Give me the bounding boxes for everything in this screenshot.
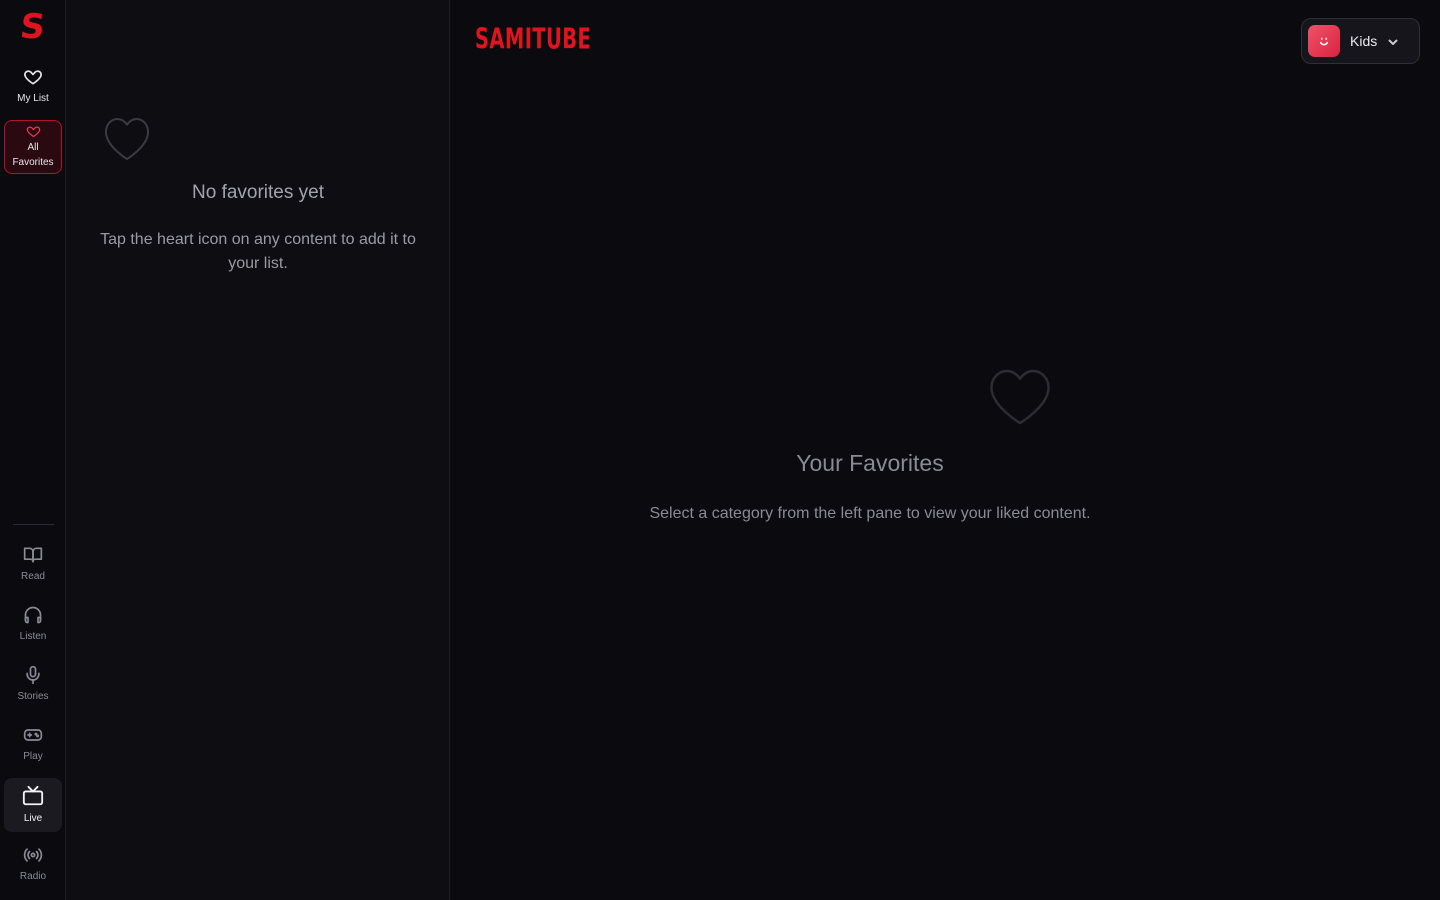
rail-item-label: Radio <box>19 870 47 882</box>
rail-item-label: Stories <box>17 690 49 702</box>
rail-item-label: Read <box>21 570 45 582</box>
rail-item-listen[interactable]: Listen <box>4 598 62 650</box>
icon-rail: S My List All Favorites Read Listen Stor… <box>0 0 66 900</box>
microphone-icon <box>26 665 40 684</box>
rail-item-read[interactable]: Read <box>4 538 62 590</box>
rail-item-label-line2: Favorites <box>12 157 54 168</box>
rail-item-label-line1: All <box>27 142 39 153</box>
headphones-icon <box>24 606 42 623</box>
empty-state-title: No favorites yet <box>192 182 324 203</box>
empty-heart-icon <box>103 116 151 162</box>
rail-item-radio[interactable]: Radio <box>4 838 62 890</box>
main-description: Select a category from the left pane to … <box>649 505 1091 522</box>
rail-item-label: My List <box>17 92 49 104</box>
main-title: Your Favorites <box>796 450 944 476</box>
rail-item-stories[interactable]: Stories <box>4 658 62 710</box>
book-icon <box>23 547 43 562</box>
app-logo[interactable]: S <box>0 6 67 48</box>
gamepad-icon <box>23 728 43 741</box>
tv-icon <box>22 785 44 805</box>
app-root: S My List All Favorites Read Listen Stor… <box>0 0 1440 900</box>
rail-item-label: All Favorites <box>12 140 53 170</box>
heart-icon <box>24 69 42 84</box>
rail-item-all-favorites[interactable]: All Favorites <box>4 120 62 174</box>
profile-switcher[interactable]: Kids <box>1301 18 1420 64</box>
rail-item-label: Live <box>23 812 43 824</box>
profile-name: Kids <box>1350 33 1378 49</box>
rail-item-my-list[interactable]: My List <box>4 62 62 110</box>
rail-item-play[interactable]: Play <box>4 718 62 770</box>
rail-divider <box>13 524 54 525</box>
rail-item-live[interactable]: Live <box>4 778 62 832</box>
heart-icon <box>104 118 150 160</box>
rail-item-label: Play <box>23 750 43 762</box>
main-area: SAMITUBE Kids Your Favorites Select a ca… <box>450 0 1440 900</box>
brand-logo[interactable]: SAMITUBE <box>475 22 591 59</box>
smile-icon <box>1319 37 1329 46</box>
heart-icon <box>990 369 1050 425</box>
heart-icon <box>26 126 40 138</box>
avatar <box>1308 25 1340 57</box>
empty-state-text: Tap the heart icon on any content to add… <box>100 231 416 272</box>
radio-icon <box>23 847 43 862</box>
rail-item-label: Listen <box>19 630 47 642</box>
chevron-down-icon <box>1387 35 1399 47</box>
favorites-heart-icon <box>988 368 1052 426</box>
